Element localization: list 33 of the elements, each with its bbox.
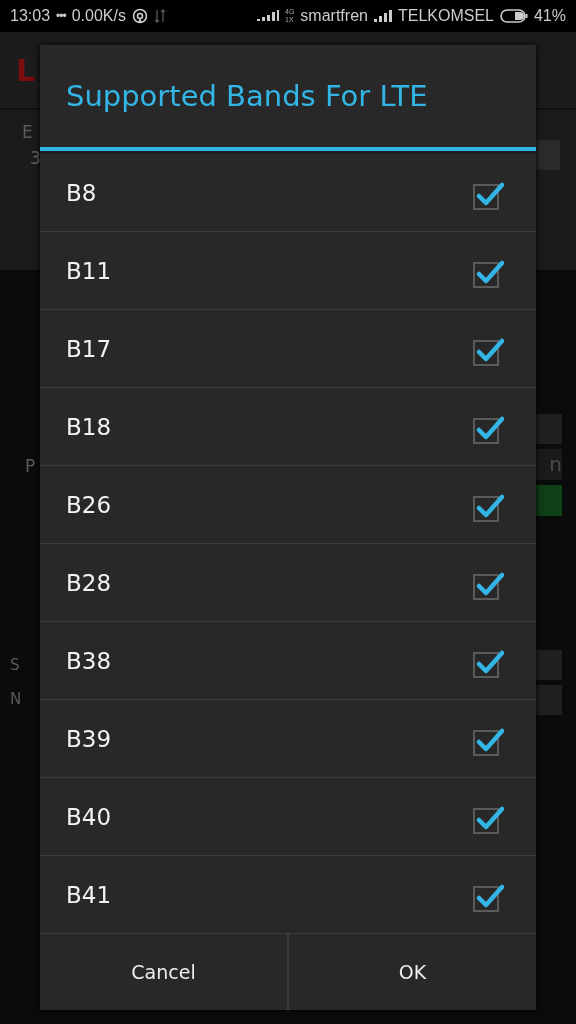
list-item[interactable]: B38 [40,622,536,700]
field-label: P [25,456,36,478]
ok-button[interactable]: OK [289,934,536,1010]
field-label: E [22,122,34,142]
notification-dots: ••• [56,9,66,23]
input-field[interactable] [536,414,562,444]
data-arrows-icon [153,8,166,24]
list-item[interactable]: B26 [40,466,536,544]
battery-level: 41% [533,7,566,25]
list-item[interactable]: B17 [40,310,536,388]
input-field[interactable] [536,685,562,715]
list-item[interactable]: B40 [40,778,536,856]
input-field[interactable] [536,140,560,170]
list-item[interactable]: B39 [40,700,536,778]
field-value: 3 [29,148,41,168]
app-title: L [16,52,36,88]
clock: 13:03 [10,7,51,25]
field-label: N [10,690,22,708]
input-field[interactable] [536,650,562,680]
field-label: S [10,656,21,674]
carrier-name: smartfren [300,7,368,25]
list-item[interactable]: B18 [40,388,536,466]
network-speed: 0.00K/s [71,7,126,25]
battery-icon [499,9,528,23]
list-item[interactable]: B8 [40,154,536,232]
list-item[interactable]: B11 [40,232,536,310]
dialog-title: Supported Bands For LTE [66,79,428,113]
cancel-button[interactable]: Cancel [40,934,289,1010]
list-item[interactable]: B28 [40,544,536,622]
signal-icon [373,10,392,22]
carrier-name: TELKOMSEL [397,7,494,25]
hotspot-icon [131,8,148,24]
signal-icon [257,10,279,22]
